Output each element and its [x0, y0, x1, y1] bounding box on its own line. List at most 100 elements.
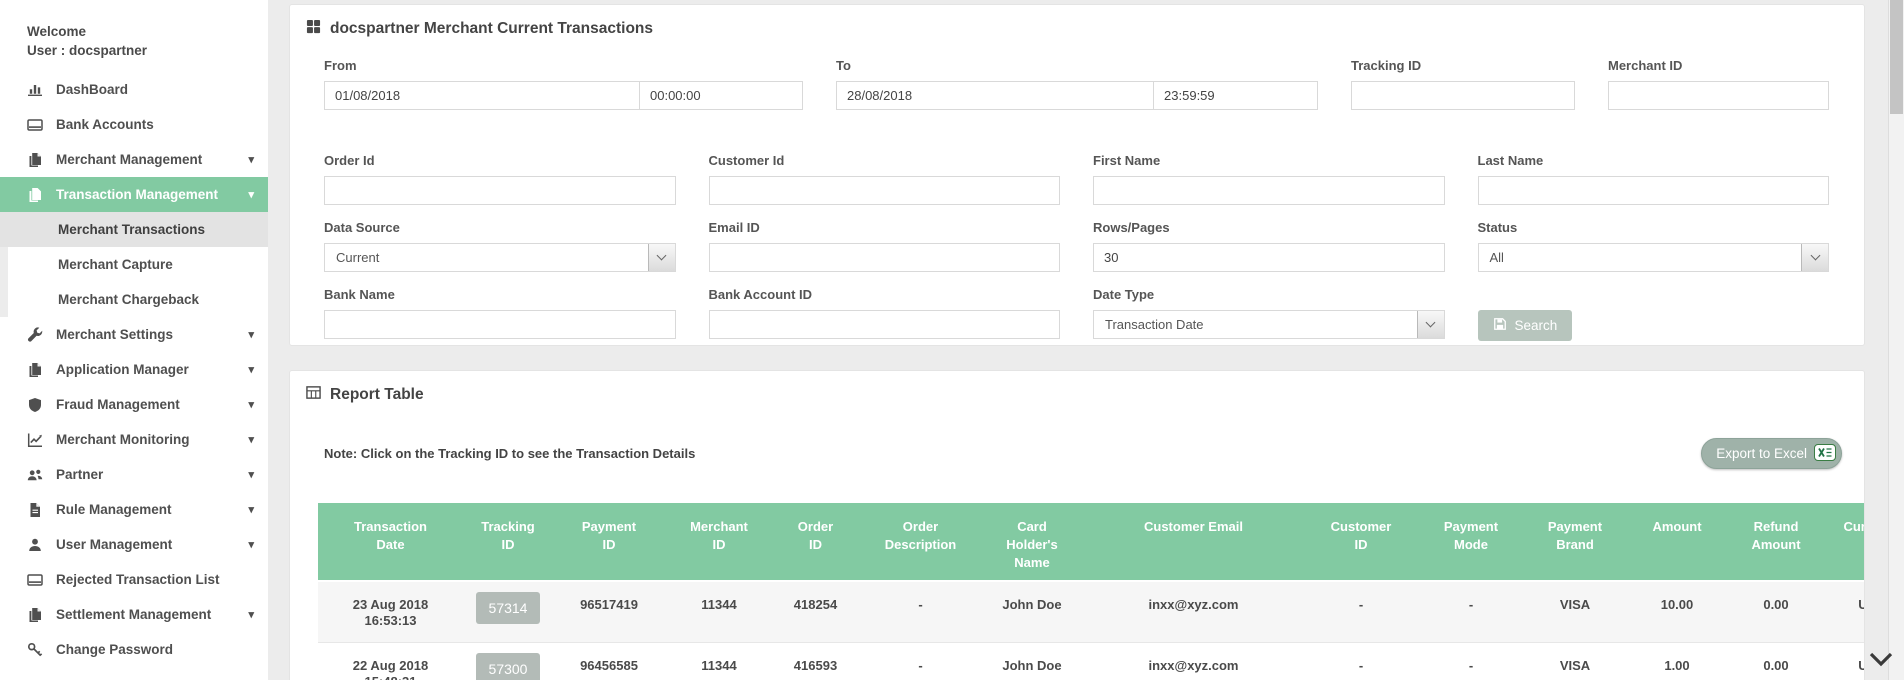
first-name-label: First Name: [1093, 154, 1445, 168]
tracking-id-button[interactable]: 57300: [476, 653, 541, 680]
sidebar-item-rule-management[interactable]: Rule Management▾: [0, 492, 268, 527]
to-time-input[interactable]: [1153, 81, 1318, 110]
cell-datetime: 22 Aug 201815:48:31: [318, 642, 463, 680]
column-header-currency: Currency: [1822, 503, 1864, 581]
merchant-id-input[interactable]: [1608, 81, 1829, 110]
user-icon: [27, 536, 44, 553]
cell-currency: USD: [1822, 642, 1864, 680]
column-header-payment_id: Payment ID: [553, 503, 665, 581]
sidebar-item-settlement-management[interactable]: Settlement Management▾: [0, 597, 268, 632]
users-icon: [27, 466, 44, 483]
sidebar-item-change-password[interactable]: Change Password: [0, 632, 268, 667]
column-header-order_id: Order ID: [773, 503, 858, 581]
to-date-input[interactable]: [836, 81, 1154, 110]
sidebar-item-label: Merchant Chargeback: [58, 292, 199, 307]
column-header-merchant_id: Merchant ID: [665, 503, 773, 581]
sidebar-item-merchant-transactions[interactable]: Merchant Transactions: [0, 212, 268, 247]
export-to-excel-button[interactable]: Export to Excel: [1701, 438, 1842, 469]
cell-customer_email: inxx@xyz.com: [1081, 642, 1306, 680]
grid-icon: [306, 19, 321, 39]
vertical-scrollbar[interactable]: [1888, 0, 1904, 680]
report-table-wrapper: Transaction DateTracking IDPayment IDMer…: [318, 503, 1864, 680]
cell-order_description: -: [858, 581, 983, 642]
chevron-down-icon: ▾: [248, 538, 254, 551]
data-source-select[interactable]: Current: [324, 243, 676, 272]
filter-form: From To Tracking ID Merchant ID: [324, 59, 1829, 341]
status-label: Status: [1478, 221, 1830, 235]
cell-order_id: 416593: [773, 642, 858, 680]
last-name-label: Last Name: [1478, 154, 1830, 168]
cell-tracking_id: 57300: [463, 642, 553, 680]
column-header-order_description: Order Description: [858, 503, 983, 581]
transaction-time: 16:53:13: [324, 613, 457, 629]
from-time-input[interactable]: [639, 81, 803, 110]
search-button-label: Search: [1515, 318, 1558, 333]
sidebar-item-label: Partner: [56, 467, 103, 482]
sidebar-item-application-manager[interactable]: Application Manager▾: [0, 352, 268, 387]
first-name-input[interactable]: [1093, 176, 1445, 205]
sidebar-item-merchant-chargeback[interactable]: Merchant Chargeback: [0, 282, 268, 317]
email-id-label: Email ID: [709, 221, 1061, 235]
column-header-card_holder_name: Card Holder's Name: [983, 503, 1081, 581]
tracking-id-button[interactable]: 57314: [476, 592, 541, 624]
sidebar-item-fraud-management[interactable]: Fraud Management▾: [0, 387, 268, 422]
date-type-label: Date Type: [1093, 288, 1445, 302]
chevron-down-icon: ▾: [248, 503, 254, 516]
sidebar-nav: DashBoard Bank AccountsMerchant Managemen…: [0, 72, 268, 667]
sidebar-item-label: DashBoard: [56, 82, 128, 97]
scrollbar-thumb[interactable]: [1890, 0, 1903, 114]
report-table-card: Report Table Note: Click on the Tracking…: [289, 370, 1865, 680]
last-name-input[interactable]: [1478, 176, 1830, 205]
column-header-customer_id: Customer ID: [1306, 503, 1416, 581]
cell-payment_brand: VISA: [1526, 642, 1624, 680]
status-select[interactable]: All: [1478, 243, 1830, 272]
report-title: Report Table: [306, 385, 1864, 405]
order-id-label: Order Id: [324, 154, 676, 168]
sidebar-item-label: Merchant Settings: [56, 327, 173, 342]
bank-account-id-label: Bank Account ID: [709, 288, 1061, 302]
sidebar-item-label: Change Password: [56, 642, 173, 657]
welcome-user: User : docspartner: [27, 41, 258, 60]
chevron-down-icon: [1417, 311, 1444, 338]
cell-refund_amount: 0.00: [1730, 642, 1822, 680]
email-id-input[interactable]: [709, 243, 1061, 272]
column-header-tracking_id: Tracking ID: [463, 503, 553, 581]
date-type-select[interactable]: Transaction Date: [1093, 310, 1445, 339]
search-button[interactable]: Search: [1478, 310, 1573, 341]
sidebar-item-dashboard[interactable]: DashBoard: [0, 72, 268, 107]
chevron-down-icon: ▾: [248, 188, 254, 201]
sidebar: Welcome User : docspartner DashBoardBank…: [0, 0, 268, 680]
cell-customer_email: inxx@xyz.com: [1081, 581, 1306, 642]
customer-id-input[interactable]: [709, 176, 1061, 205]
column-header-refund_amount: Refund Amount: [1730, 503, 1822, 581]
files-icon: [27, 186, 44, 203]
tracking-id-input[interactable]: [1351, 81, 1575, 110]
table-row: 22 Aug 201815:48:31573009645658511344416…: [318, 642, 1864, 680]
sidebar-item-merchant-capture[interactable]: Merchant Capture: [0, 247, 268, 282]
cell-customer_id: -: [1306, 581, 1416, 642]
column-header-payment_brand: Payment Brand: [1526, 503, 1624, 581]
sidebar-item-partner[interactable]: Partner▾: [0, 457, 268, 492]
sidebar-item-transaction-management[interactable]: Transaction Management ▾: [0, 177, 268, 212]
bank-account-id-input[interactable]: [709, 310, 1061, 339]
sidebar-item-rejected-transaction-list[interactable]: Rejected Transaction List: [0, 562, 268, 597]
sidebar-item-label: Rejected Transaction List: [56, 572, 220, 587]
sidebar-item-bank-accounts[interactable]: Bank Accounts: [0, 107, 268, 142]
transaction-date: 23 Aug 2018: [324, 597, 457, 613]
order-id-input[interactable]: [324, 176, 676, 205]
column-header-amount: Amount: [1624, 503, 1730, 581]
from-date-input[interactable]: [324, 81, 640, 110]
bank-name-input[interactable]: [324, 310, 676, 339]
sidebar-item-merchant-settings[interactable]: Merchant Settings▾: [0, 317, 268, 352]
transaction-time: 15:48:31: [324, 674, 457, 680]
cell-order_description: -: [858, 642, 983, 680]
rows-pages-input[interactable]: [1093, 243, 1445, 272]
sidebar-item-label: Transaction Management: [56, 187, 218, 202]
cell-payment_brand: VISA: [1526, 581, 1624, 642]
sidebar-item-user-management[interactable]: User Management▾: [0, 527, 268, 562]
sidebar-item-merchant-monitoring[interactable]: Merchant Monitoring▾: [0, 422, 268, 457]
scroll-down-chevron-icon[interactable]: [1868, 650, 1894, 668]
sidebar-item-merchant-management[interactable]: Merchant Management▾: [0, 142, 268, 177]
table-icon: [306, 385, 321, 405]
cell-card_holder_name: John Doe: [983, 581, 1081, 642]
